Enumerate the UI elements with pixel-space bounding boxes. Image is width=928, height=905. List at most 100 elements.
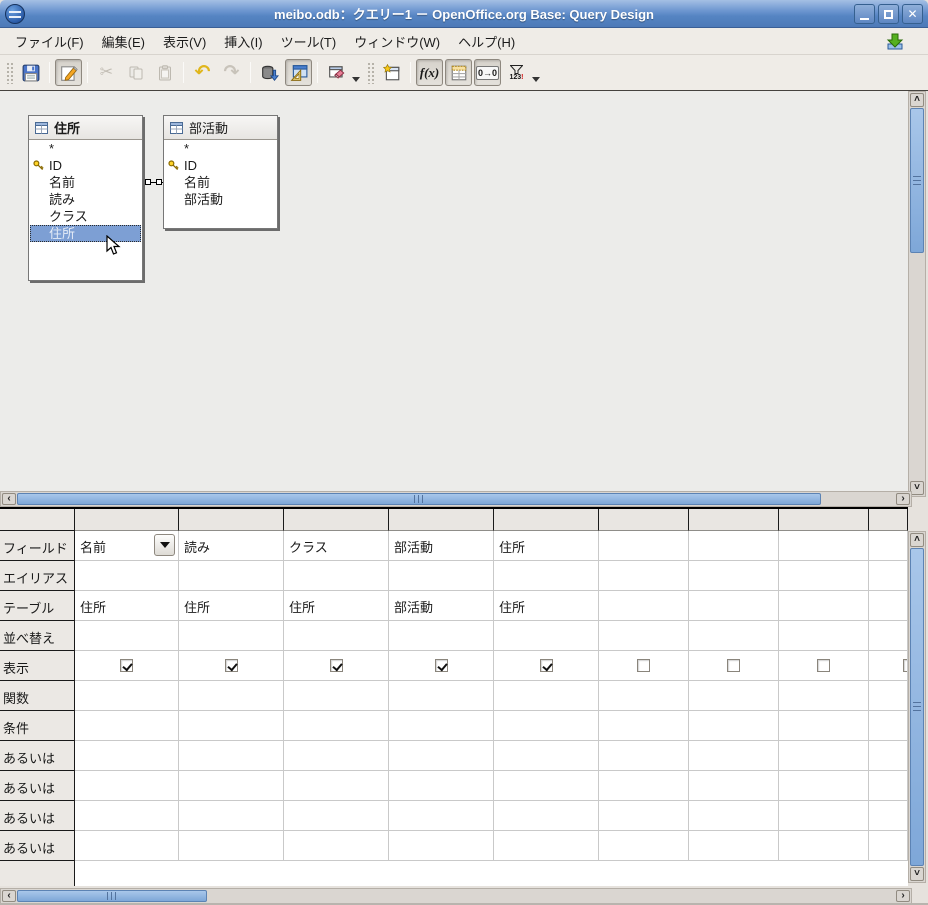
grid-column-header[interactable] xyxy=(179,509,284,531)
grid-cell-or3-1[interactable] xyxy=(75,801,179,831)
grid-cell-or1-3[interactable] xyxy=(284,741,389,771)
grid-cell-table-4[interactable]: 部活動 xyxy=(389,591,494,621)
minimize-button[interactable] xyxy=(854,4,875,24)
grid-cell-field-5[interactable]: 住所 xyxy=(494,531,599,561)
grid-cell-or2-3[interactable] xyxy=(284,771,389,801)
grid-cell-or4-6[interactable] xyxy=(599,831,689,861)
maximize-button[interactable] xyxy=(878,4,899,24)
run-query-button[interactable] xyxy=(256,59,283,86)
grid-cell-or4-2[interactable] xyxy=(179,831,284,861)
grid-cell-or2-7[interactable] xyxy=(689,771,779,801)
grid-cell-or1-5[interactable] xyxy=(494,741,599,771)
grid-cell-or4-4[interactable] xyxy=(389,831,494,861)
grid-cell-table-7[interactable] xyxy=(689,591,779,621)
grid-cell-criterion-3[interactable] xyxy=(284,711,389,741)
close-button[interactable]: ✕ xyxy=(902,4,923,24)
grid-cell-function-9[interactable] xyxy=(869,681,908,711)
grid-cell-field-1[interactable]: 名前 xyxy=(75,531,179,561)
scroll-right-button[interactable]: › xyxy=(896,890,910,902)
field-row-id[interactable]: ID xyxy=(29,157,142,174)
grid-column-header[interactable] xyxy=(75,509,179,531)
grid-cell-table-2[interactable]: 住所 xyxy=(179,591,284,621)
visible-checkbox[interactable] xyxy=(120,659,133,672)
grid-cell-sort-3[interactable] xyxy=(284,621,389,651)
grid-cell-criterion-4[interactable] xyxy=(389,711,494,741)
clear-query-dropdown[interactable] xyxy=(352,77,360,82)
grid-cell-alias-5[interactable] xyxy=(494,561,599,591)
grid-column-header[interactable] xyxy=(284,509,389,531)
grid-cell-or2-2[interactable] xyxy=(179,771,284,801)
grid-cell-alias-3[interactable] xyxy=(284,561,389,591)
grid-cell-or3-4[interactable] xyxy=(389,801,494,831)
grid-cell-or2-5[interactable] xyxy=(494,771,599,801)
grid-cell-or2-9[interactable] xyxy=(869,771,908,801)
grid-cell-field-3[interactable]: クラス xyxy=(284,531,389,561)
grid-cell-or2-8[interactable] xyxy=(779,771,869,801)
field-row-namae[interactable]: 名前 xyxy=(29,174,142,191)
grid-cell-field-7[interactable] xyxy=(689,531,779,561)
grid-cell-or4-8[interactable] xyxy=(779,831,869,861)
grid-cell-criterion-7[interactable] xyxy=(689,711,779,741)
grid-cell-sort-4[interactable] xyxy=(389,621,494,651)
grid-cell-or3-7[interactable] xyxy=(689,801,779,831)
grid-cell-or3-8[interactable] xyxy=(779,801,869,831)
grid-cell-alias-6[interactable] xyxy=(599,561,689,591)
menu-file[interactable]: ファイル(F) xyxy=(6,28,93,55)
grid-cell-or2-4[interactable] xyxy=(389,771,494,801)
titlebar[interactable]: meibo.odb：クエリー1 － OpenOffice.org Base: Q… xyxy=(0,0,928,28)
grid-cell-or3-3[interactable] xyxy=(284,801,389,831)
grid-cell-alias-9[interactable] xyxy=(869,561,908,591)
menu-view[interactable]: 表示(V) xyxy=(154,28,215,55)
menu-edit[interactable]: 編集(E) xyxy=(93,28,154,55)
grid-cell-criterion-1[interactable] xyxy=(75,711,179,741)
grid-cell-field-9[interactable] xyxy=(869,531,908,561)
upper-hscroll-thumb[interactable] xyxy=(17,493,821,505)
table-box-jusho-header[interactable]: 住所 xyxy=(29,116,142,140)
grid-cell-or1-8[interactable] xyxy=(779,741,869,771)
add-table-button[interactable] xyxy=(378,59,405,86)
scroll-left-button[interactable]: ‹ xyxy=(2,890,16,902)
menu-window[interactable]: ウィンドウ(W) xyxy=(345,28,449,55)
grid-cell-criterion-6[interactable] xyxy=(599,711,689,741)
table-box-bukatsudo[interactable]: 部活動 * ID 名前 部活動 xyxy=(163,115,278,229)
design-view-button[interactable] xyxy=(285,59,312,86)
grid-cell-or2-1[interactable] xyxy=(75,771,179,801)
grid-cell-alias-1[interactable] xyxy=(75,561,179,591)
grid-cell-or1-6[interactable] xyxy=(599,741,689,771)
grid-cell-alias-2[interactable] xyxy=(179,561,284,591)
toolbar-grip[interactable] xyxy=(367,62,374,84)
grid-cell-function-5[interactable] xyxy=(494,681,599,711)
grid-cell-function-6[interactable] xyxy=(599,681,689,711)
scroll-right-button[interactable]: › xyxy=(896,493,910,505)
toolbar-grip[interactable] xyxy=(6,62,13,84)
grid-cell-sort-9[interactable] xyxy=(869,621,908,651)
grid-cell-criterion-8[interactable] xyxy=(779,711,869,741)
grid-cell-or4-5[interactable] xyxy=(494,831,599,861)
grid-cell-or4-3[interactable] xyxy=(284,831,389,861)
grid-cell-sort-2[interactable] xyxy=(179,621,284,651)
grid-column-header[interactable] xyxy=(494,509,599,531)
grid-cell-field-6[interactable] xyxy=(599,531,689,561)
visible-checkbox[interactable] xyxy=(817,659,830,672)
grid-cell-alias-8[interactable] xyxy=(779,561,869,591)
grid-cell-function-1[interactable] xyxy=(75,681,179,711)
grid-cell-criterion-2[interactable] xyxy=(179,711,284,741)
visible-checkbox[interactable] xyxy=(637,659,650,672)
query-design-surface[interactable]: 住所 * ID 名前 読み クラス 住所 部活動 * xyxy=(0,91,908,491)
grid-cell-sort-6[interactable] xyxy=(599,621,689,651)
field-dropdown-button[interactable] xyxy=(154,534,175,556)
scroll-left-button[interactable]: ‹ xyxy=(2,493,16,505)
table-name-button[interactable] xyxy=(445,59,472,86)
grid-cell-function-7[interactable] xyxy=(689,681,779,711)
grid-cell-alias-4[interactable] xyxy=(389,561,494,591)
field-row-jusho-selected[interactable]: 住所 xyxy=(30,225,141,242)
grid-cell-table-8[interactable] xyxy=(779,591,869,621)
alias-button[interactable]: 0→0 xyxy=(474,59,501,86)
scroll-down-button[interactable]: ˅ xyxy=(910,867,924,881)
scroll-down-button[interactable]: ˅ xyxy=(910,481,924,495)
grid-cell-table-1[interactable]: 住所 xyxy=(75,591,179,621)
grid-cell-function-4[interactable] xyxy=(389,681,494,711)
edit-button[interactable] xyxy=(55,59,82,86)
grid-cell-function-8[interactable] xyxy=(779,681,869,711)
grid-cell-or4-7[interactable] xyxy=(689,831,779,861)
